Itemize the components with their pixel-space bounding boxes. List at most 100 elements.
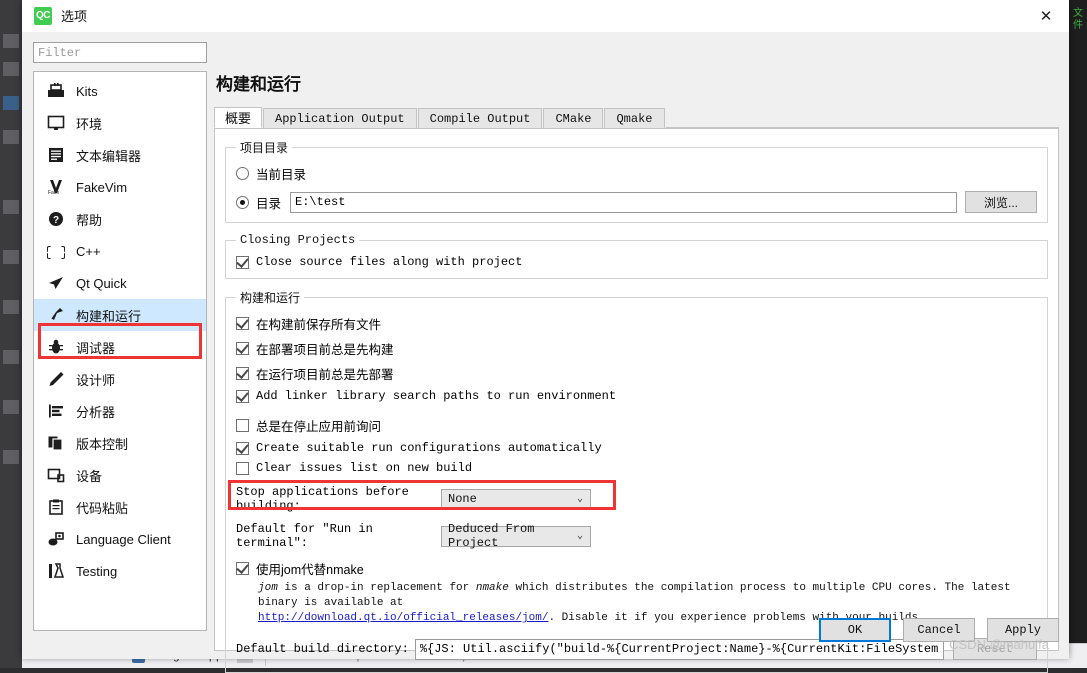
sidebar-item-label: 帮助: [76, 212, 103, 228]
sidebar-item-label: Kits: [76, 83, 98, 99]
svg-text:{ }: { }: [47, 245, 65, 259]
sidebar-item-text-editor[interactable]: 文本编辑器: [34, 139, 206, 171]
testing-flask-icon: [46, 561, 66, 581]
hammer-icon: [46, 305, 66, 325]
linker-search-paths-checkbox[interactable]: [236, 389, 249, 403]
sidebar-item-label: 文本编辑器: [76, 148, 142, 164]
sidebar-item-debugger[interactable]: 调试器: [34, 331, 206, 363]
directory-input[interactable]: [290, 191, 957, 213]
rail-icon-7: [3, 300, 19, 314]
checkbox-row-build-before-deploy[interactable]: 在部署项目前总是先构建: [236, 339, 1037, 358]
clear-issues-checkbox[interactable]: [236, 461, 249, 475]
closing-projects-legend: Closing Projects: [240, 233, 356, 247]
checkbox-row-save-all[interactable]: 在构建前保存所有文件: [236, 314, 1037, 333]
qt-creator-logo-icon: QC: [34, 6, 52, 25]
sidebar-item-label: 代码粘贴: [76, 500, 129, 516]
background-right-text: 文件: [1073, 8, 1083, 31]
rail-icon-4: [3, 130, 19, 144]
monitor-icon: [46, 113, 66, 133]
dialog-title: 选项: [61, 9, 88, 24]
clipboard-icon: [46, 497, 66, 517]
run-in-terminal-dropdown[interactable]: Deduced From Project ⌄: [441, 522, 591, 550]
sidebar-item-cpp[interactable]: { } C++: [34, 235, 206, 267]
sidebar-item-label: 环境: [76, 116, 103, 132]
rail-icon-2: [3, 62, 19, 76]
checkbox-row-ask-before-stop[interactable]: 总是在停止应用前询问: [236, 416, 1037, 435]
svg-text:Fake: Fake: [48, 190, 59, 195]
sidebar-item-designer[interactable]: 设计师: [34, 363, 206, 395]
dialog-title-bar: QC 选项 ✕: [22, 0, 1069, 32]
current-directory-row[interactable]: 当前目录: [236, 164, 1037, 183]
tab-bar: 概要 Application Output Compile Output CMa…: [214, 107, 1059, 129]
sidebar-item-kits[interactable]: Kits: [34, 75, 206, 107]
run-in-terminal-label: Default for "Run in terminal":: [236, 522, 373, 550]
sidebar-item-help[interactable]: ? 帮助: [34, 203, 206, 235]
sidebar-item-code-pasting[interactable]: 代码粘贴: [34, 491, 206, 523]
sidebar-item-language-client[interactable]: Language Client: [34, 523, 206, 555]
page-title: 构建和运行: [216, 75, 301, 94]
language-client-icon: [46, 529, 66, 549]
braces-icon: { }: [46, 241, 66, 261]
sidebar-item-testing[interactable]: Testing: [34, 555, 206, 587]
close-icon[interactable]: ✕: [1023, 0, 1069, 31]
sidebar-item-build-and-run[interactable]: 构建和运行: [34, 299, 206, 331]
checkbox-row-clear-issues[interactable]: Clear issues list on new build: [236, 461, 1037, 475]
sidebar-item-fakevim[interactable]: Fake FakeVim: [34, 171, 206, 203]
background-left-rail: [0, 0, 22, 668]
text-editor-icon: [46, 145, 66, 165]
sidebar-item-environment[interactable]: 环境: [34, 107, 206, 139]
deploy-before-run-label: 在运行项目前总是先部署: [256, 368, 394, 382]
directory-radio[interactable]: [236, 195, 249, 209]
save-all-files-label: 在构建前保存所有文件: [256, 318, 382, 332]
create-run-configurations-checkbox[interactable]: [236, 441, 249, 455]
close-source-files-checkbox[interactable]: [236, 255, 249, 269]
tab-compile-output[interactable]: Compile Output: [417, 108, 543, 128]
sidebar-item-devices[interactable]: 设备: [34, 459, 206, 491]
kits-icon: [46, 81, 66, 101]
clear-issues-label: Clear issues list on new build: [256, 461, 473, 475]
rail-icon-8: [3, 350, 19, 364]
sidebar-item-label: 版本控制: [76, 436, 129, 452]
sidebar-item-label: 设备: [76, 468, 103, 484]
ask-before-stop-label: 总是在停止应用前询问: [256, 420, 382, 434]
sidebar-item-analyzer[interactable]: 分析器: [34, 395, 206, 427]
sidebar-category-list[interactable]: Kits 环境 文本编辑器 Fake FakeVim ? 帮助 C++ Qt Q…: [33, 71, 207, 631]
build-before-deploy-checkbox[interactable]: [236, 342, 249, 355]
sidebar-item-version-control[interactable]: 版本控制: [34, 427, 206, 459]
jom-checkbox-row[interactable]: 使用jom代替nmake: [236, 559, 1037, 578]
project-directory-group: 项目目录 当前目录 目录 浏览...: [225, 139, 1048, 223]
tab-cmake[interactable]: CMake: [543, 108, 604, 128]
current-directory-label: 当前目录: [256, 168, 307, 182]
use-jom-checkbox[interactable]: [236, 562, 249, 575]
sidebar-item-qt-quick[interactable]: Qt Quick: [34, 267, 206, 299]
checkbox-row-deploy-before-run[interactable]: 在运行项目前总是先部署: [236, 364, 1037, 383]
rail-icon-9: [3, 400, 19, 414]
rail-icon-6: [3, 250, 19, 264]
ask-before-stop-checkbox[interactable]: [236, 419, 249, 432]
current-directory-radio[interactable]: [236, 167, 249, 180]
save-all-files-checkbox[interactable]: [236, 317, 249, 330]
rail-icon-3: [3, 96, 19, 110]
close-source-files-label: Close source files along with project: [256, 255, 523, 269]
ok-button[interactable]: OK: [819, 618, 891, 642]
build-before-deploy-label: 在部署项目前总是先构建: [256, 343, 394, 357]
rail-icon-1: [3, 34, 19, 48]
tab-overview[interactable]: 概要: [214, 107, 263, 128]
filter-input[interactable]: [33, 42, 207, 63]
sidebar-item-label: FakeVim: [76, 179, 128, 195]
deploy-before-run-checkbox[interactable]: [236, 367, 249, 380]
directory-label: 目录: [256, 196, 282, 211]
checkbox-row-create-run-configs[interactable]: Create suitable run configurations autom…: [236, 441, 1037, 455]
tab-qmake[interactable]: Qmake: [604, 108, 665, 128]
stop-applications-row: Stop applications before building: None …: [228, 480, 1037, 513]
directory-row: 目录 浏览...: [236, 191, 1037, 213]
tab-content-overview: 项目目录 当前目录 目录 浏览... Closing Projects: [214, 129, 1059, 673]
linker-search-paths-label: Add linker library search paths to run e…: [256, 389, 617, 403]
browse-button[interactable]: 浏览...: [965, 191, 1037, 213]
stop-applications-dropdown[interactable]: None ⌄: [441, 488, 591, 510]
checkbox-row-linker-paths[interactable]: Add linker library search paths to run e…: [236, 389, 1037, 403]
tab-application-output[interactable]: Application Output: [263, 108, 417, 128]
chevron-down-icon: ⌄: [576, 531, 584, 542]
jom-desc-part1: jom: [258, 582, 278, 594]
close-source-files-row[interactable]: Close source files along with project: [236, 255, 1037, 269]
